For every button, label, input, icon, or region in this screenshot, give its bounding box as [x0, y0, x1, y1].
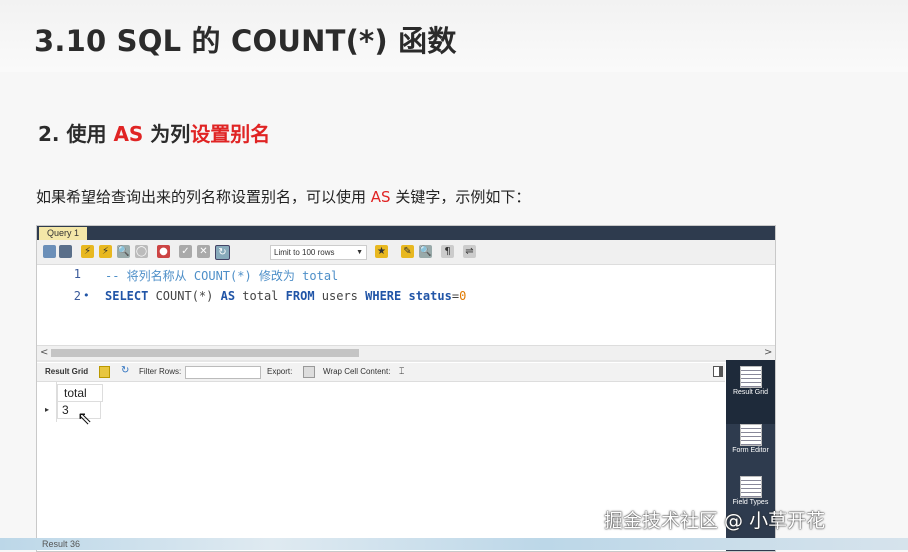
export-icon[interactable] — [303, 366, 315, 378]
scroll-left-icon[interactable]: < — [40, 346, 48, 360]
subtitle-highlight: 设置别名 — [190, 122, 271, 146]
slide-description: 如果希望给查询出来的列名称设置别名，可以使用 AS 关键字，示例如下： — [36, 186, 530, 207]
result-toolbar: Result Grid ↻ Filter Rows: Export: Wrap … — [37, 363, 725, 382]
mysql-workbench-window: Query 1 ⚡ ⚡ 🔍 ◯ ● ✓ ✕ ↻ Limit to 100 row… — [36, 225, 776, 552]
horizontal-scrollbar[interactable]: < > — [37, 345, 775, 360]
filter-rows-label: Filter Rows: — [139, 367, 182, 376]
sql-keyword: FROM — [285, 289, 315, 303]
scrollbar-thumb[interactable] — [51, 349, 359, 357]
mouse-cursor-icon: ⇖ — [77, 408, 93, 429]
wrap-cell-icon[interactable]: ⌶ — [399, 366, 404, 377]
result-grid-label: Result Grid — [45, 367, 89, 376]
execute-current-icon[interactable]: ⚡ — [99, 245, 112, 258]
column-header-total[interactable]: total — [57, 384, 103, 402]
open-folder-icon[interactable] — [43, 245, 56, 258]
watermark: 掘金技术社区 @ 小草开花 — [604, 510, 826, 532]
wrap-lines-icon[interactable]: ⇌ — [463, 245, 476, 258]
sql-text: total — [235, 289, 286, 303]
side-item-label: Result Grid — [732, 389, 768, 396]
side-item-label: Field Types — [732, 499, 769, 506]
sql-text: COUNT(*) — [148, 289, 221, 303]
format-icon[interactable]: ✎ — [401, 245, 414, 258]
desc-part: 如果希望给查询出来的列名称设置别名，可以使用 — [36, 188, 371, 206]
limit-rows-value: Limit to 100 rows — [274, 248, 335, 257]
result-grid-icon — [739, 366, 762, 388]
export-label: Export: — [267, 367, 293, 376]
commit-icon[interactable]: ✓ — [179, 245, 192, 258]
toggle-panel-icon[interactable] — [713, 366, 723, 377]
form-editor-icon — [739, 424, 762, 446]
save-icon[interactable] — [59, 245, 72, 258]
desc-part: 关键字，示例如下： — [390, 188, 531, 206]
line-number: 2 — [73, 289, 81, 303]
filter-rows-input[interactable] — [185, 366, 261, 379]
beautify-icon[interactable]: ★ — [375, 245, 388, 258]
limit-rows-select[interactable]: Limit to 100 rows ▼ — [270, 245, 367, 260]
desc-keyword: AS — [370, 188, 391, 206]
explain-icon[interactable]: 🔍 — [117, 245, 130, 258]
side-form-editor[interactable]: Form Editor — [726, 418, 775, 454]
wrap-cell-label: Wrap Cell Content: — [323, 367, 391, 376]
chevron-down-icon: ▼ — [356, 249, 363, 256]
find-icon[interactable]: 🔍 — [419, 245, 432, 258]
rollback-icon[interactable]: ✕ — [197, 245, 210, 258]
current-row-indicator: ▸ — [44, 405, 49, 414]
sql-operator: = — [451, 289, 460, 303]
sql-keyword: AS — [220, 289, 236, 303]
tab-bar: Query 1 — [37, 226, 775, 240]
sql-comment-line: -- 将列名称从 COUNT(*) 修改为 total — [105, 269, 339, 283]
stop-icon[interactable]: ◯ — [135, 245, 148, 258]
splitter[interactable] — [37, 360, 775, 362]
subtitle-keyword: AS — [113, 122, 144, 146]
side-result-grid[interactable]: Result Grid — [726, 360, 775, 424]
field-types-icon — [739, 476, 762, 498]
sql-keyword: SELECT — [105, 289, 149, 303]
sql-text: users — [314, 289, 366, 303]
toggle-error-icon[interactable]: ● — [157, 245, 170, 258]
slide-subtitle: 2. 使用 AS 为列设置别名 — [38, 118, 270, 147]
sql-editor[interactable]: 1 -- 将列名称从 COUNT(*) 修改为 total 2 • SELECT… — [37, 265, 775, 343]
invisible-chars-icon[interactable]: ¶ — [441, 245, 454, 258]
slide-title: 3.10 SQL 的 COUNT(*) 函数 — [34, 24, 457, 58]
subtitle-part: 2. 使用 — [38, 122, 114, 146]
subtitle-part: 为列 — [143, 122, 191, 146]
sql-toolbar: ⚡ ⚡ 🔍 ◯ ● ✓ ✕ ↻ Limit to 100 rows ▼ ★ ✎ … — [37, 240, 775, 265]
refresh-icon[interactable]: ↻ — [121, 365, 129, 376]
tab-query-1[interactable]: Query 1 — [39, 227, 88, 240]
execute-icon[interactable]: ⚡ — [81, 245, 94, 258]
sql-identifier: status — [401, 289, 452, 303]
line-number: 1 — [73, 267, 81, 281]
autocommit-icon[interactable]: ↻ — [215, 245, 230, 260]
result-tab[interactable]: Result 36 — [42, 539, 80, 549]
sql-number: 0 — [459, 289, 467, 303]
grid-icon[interactable] — [99, 366, 110, 378]
side-item-label: Form Editor — [732, 447, 769, 454]
sql-keyword: WHERE — [365, 289, 402, 303]
sql-query-line: SELECT COUNT(*) AS total FROM users WHER… — [105, 289, 466, 303]
side-field-types[interactable]: Field Types — [726, 470, 775, 506]
line-marker-dot: • — [83, 289, 90, 302]
scroll-right-icon[interactable]: > — [764, 346, 772, 360]
bottom-wave-strip — [0, 538, 908, 550]
